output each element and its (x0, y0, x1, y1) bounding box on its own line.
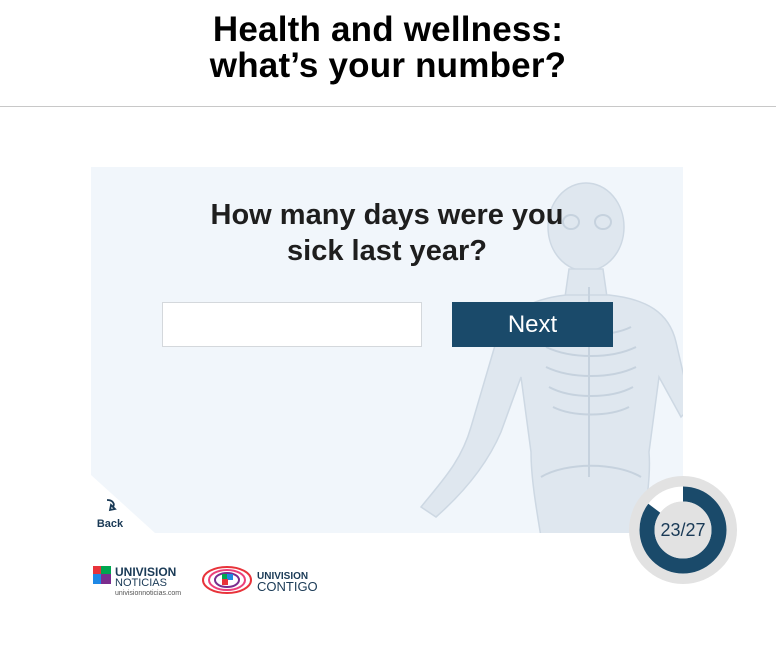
back-button[interactable]: Back (92, 498, 128, 532)
logo2-line2: CONTIGO (257, 579, 318, 594)
page-title-line2: what’s your number? (209, 46, 567, 85)
progress-indicator: 23/27 (629, 476, 737, 584)
question-line2: sick last year? (287, 235, 487, 267)
univision-noticias-logo: UNIVISION NOTICIAS univisionnoticias.com (93, 565, 181, 597)
back-label: Back (96, 518, 124, 530)
next-button[interactable]: Next (452, 302, 613, 347)
univision-contigo-logo: UNIVISION CONTIGO (202, 566, 318, 594)
page-header: Health and wellness: what’s your number? (0, 0, 776, 107)
back-arrow-icon (106, 499, 117, 512)
question-text: How many days were you sick last year? (91, 197, 683, 269)
page-title: Health and wellness: what’s your number? (0, 12, 776, 84)
page-title-line1: Health and wellness: (212, 10, 564, 49)
answer-input[interactable] (162, 302, 422, 347)
question-line1: How many days were you (210, 199, 564, 231)
logo1-line2: NOTICIAS (115, 577, 167, 589)
logo1-url: univisionnoticias.com (115, 590, 181, 597)
footer-logos: UNIVISION NOTICIAS univisionnoticias.com… (93, 565, 318, 597)
progress-text: 23/27 (660, 520, 706, 540)
quiz-card: How many days were you sick last year? N… (91, 167, 683, 533)
